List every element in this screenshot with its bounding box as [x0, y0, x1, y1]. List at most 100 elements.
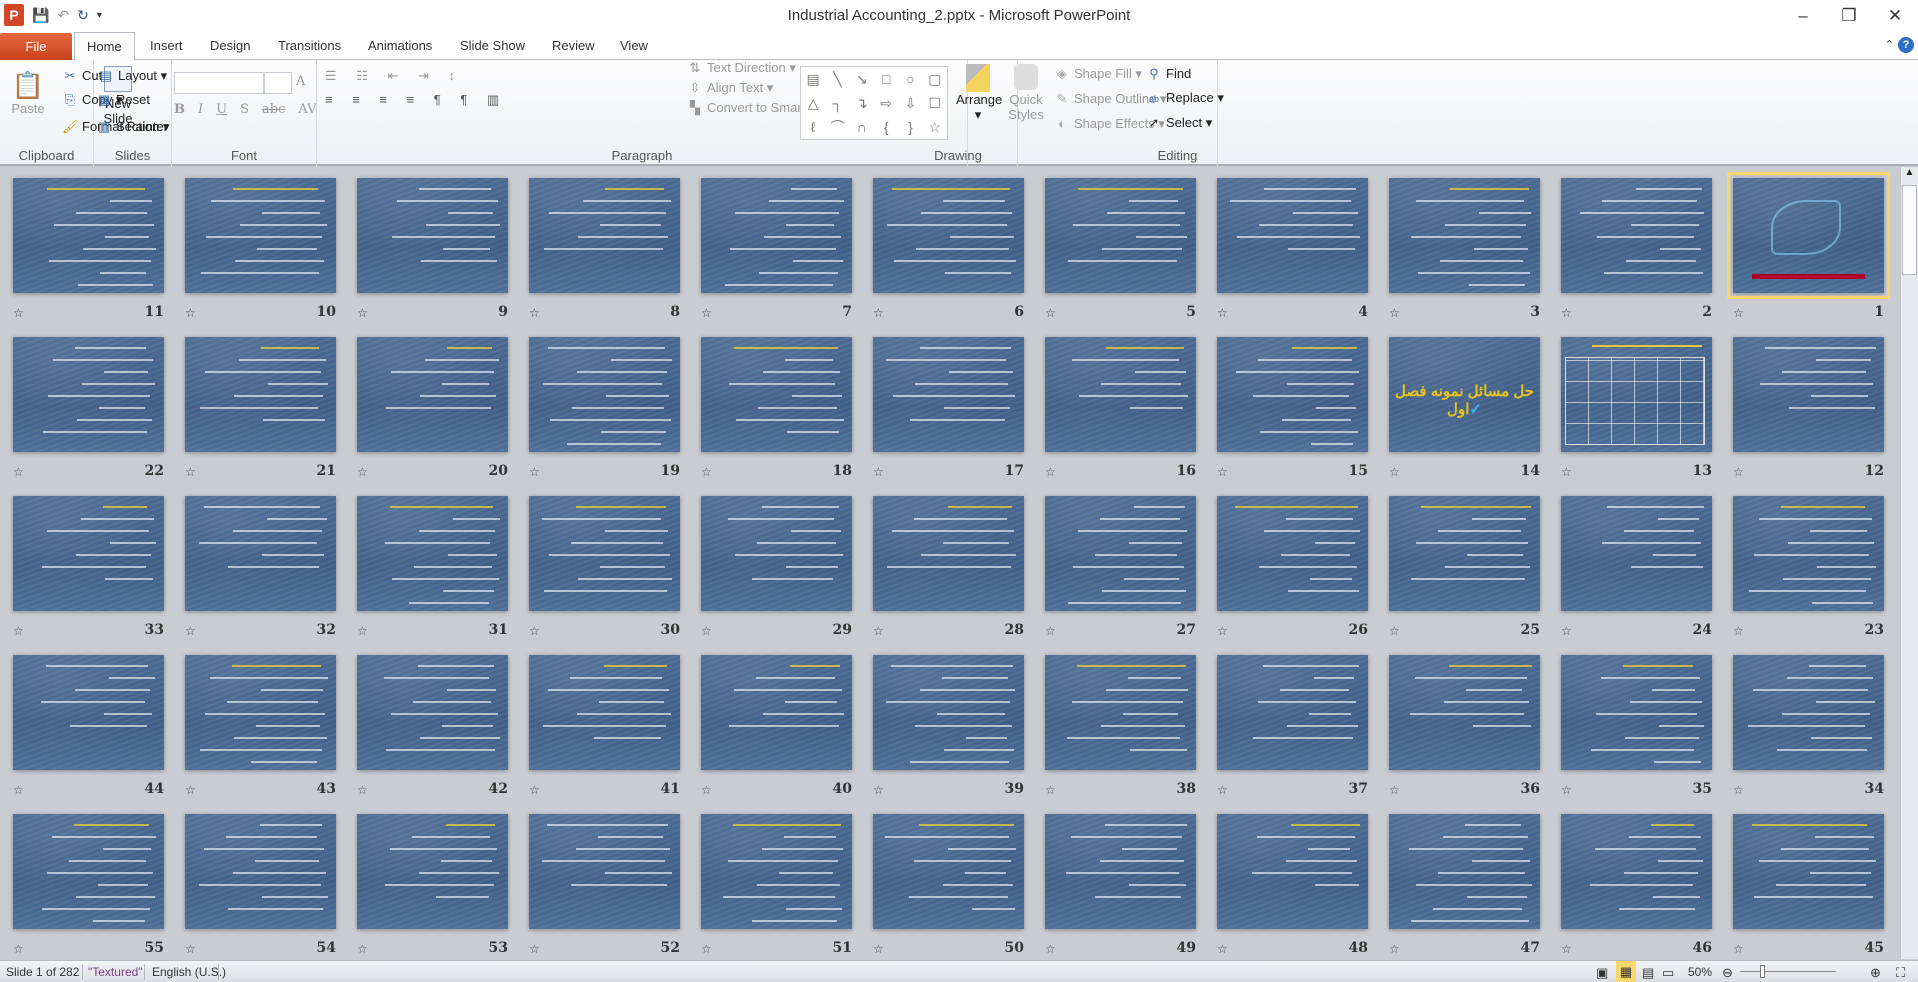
slide-thumbnail[interactable]	[185, 496, 336, 611]
slide-thumbnail[interactable]	[357, 655, 508, 770]
tab-review[interactable]: Review	[540, 32, 607, 60]
shadow-button[interactable]: S	[240, 102, 249, 117]
slide-thumbnail[interactable]	[1561, 655, 1712, 770]
slide-thumbnail[interactable]	[1045, 814, 1196, 929]
char-spacing-button[interactable]: AV	[298, 102, 316, 117]
slide-thumbnail[interactable]	[873, 655, 1024, 770]
slide-thumbnail[interactable]	[1733, 655, 1884, 770]
slide-thumbnail[interactable]	[13, 814, 164, 929]
list-buttons[interactable]: ☰ ☷ ⇤ ⇥ ↕	[325, 68, 463, 84]
zoom-in-icon[interactable]: ⊕	[1870, 965, 1881, 981]
slide-thumbnail[interactable]	[1045, 178, 1196, 293]
slide-sorter-view-icon[interactable]: ▦	[1616, 961, 1636, 982]
bold-button[interactable]: B	[174, 102, 185, 117]
layout-button-label[interactable]: ▤ Layout ▾	[98, 68, 167, 84]
find-button[interactable]: ⚲ Find	[1146, 66, 1191, 82]
slide-thumbnail[interactable]	[1217, 655, 1368, 770]
slide-thumbnail[interactable]	[1389, 178, 1540, 293]
italic-button[interactable]: I	[198, 102, 203, 117]
slide-thumbnail[interactable]	[185, 814, 336, 929]
tab-design[interactable]: Design	[198, 32, 262, 60]
restore-button[interactable]: ❐	[1826, 0, 1872, 32]
scroll-up-icon[interactable]: ▲	[1901, 167, 1918, 178]
minimize-ribbon-icon[interactable]: ⌃	[1885, 38, 1894, 51]
slide-thumbnail[interactable]	[357, 178, 508, 293]
slide-thumbnail[interactable]	[1045, 337, 1196, 452]
slide-thumbnail[interactable]	[357, 337, 508, 452]
zoom-slider[interactable]	[1740, 971, 1836, 972]
slide-thumbnail[interactable]	[1389, 655, 1540, 770]
tab-animations[interactable]: Animations	[356, 32, 444, 60]
minimize-button[interactable]: –	[1780, 0, 1826, 32]
tab-view[interactable]: View	[608, 32, 660, 60]
slide-thumbnail[interactable]	[13, 496, 164, 611]
slide-thumbnail[interactable]	[873, 814, 1024, 929]
section-button[interactable]: ▥ Section ▾	[96, 119, 170, 135]
language[interactable]: English (U.S.)	[152, 965, 226, 979]
slide-thumbnail[interactable]	[1561, 178, 1712, 293]
slide-thumbnail[interactable]	[529, 655, 680, 770]
tab-slide-show[interactable]: Slide Show	[448, 32, 537, 60]
tab-file[interactable]: File	[0, 33, 72, 61]
slide-thumbnail[interactable]	[1389, 814, 1540, 929]
align-text-button[interactable]: ⇳ Align Text ▾	[687, 80, 774, 96]
slide-thumbnail[interactable]	[1733, 814, 1884, 929]
slide-thumbnail[interactable]	[13, 178, 164, 293]
slide-thumbnail[interactable]	[873, 337, 1024, 452]
slide-thumbnail[interactable]	[185, 655, 336, 770]
tab-home[interactable]: Home	[74, 32, 135, 61]
select-button[interactable]: ➚ Select ▾	[1146, 115, 1213, 131]
shape-fill-button[interactable]: ◈ Shape Fill ▾	[1054, 66, 1142, 82]
paste-button[interactable]: 📋 Paste	[8, 70, 48, 116]
slide-thumbnail[interactable]	[357, 814, 508, 929]
slide-thumbnail[interactable]: حل مسائل نمونه فصل اول✓	[1389, 337, 1540, 452]
tab-transitions[interactable]: Transitions	[266, 32, 353, 60]
slide-thumbnail[interactable]	[1217, 814, 1368, 929]
arrange-button[interactable]: Arrange ▾	[956, 64, 1002, 123]
slide-thumbnail[interactable]	[1561, 814, 1712, 929]
slide-thumbnail[interactable]	[1045, 655, 1196, 770]
slide-thumbnail[interactable]	[1045, 496, 1196, 611]
slide-thumbnail[interactable]	[701, 655, 852, 770]
scrollbar-thumb[interactable]	[1902, 185, 1917, 275]
close-button[interactable]: ✕	[1872, 0, 1918, 32]
slide-thumbnail[interactable]	[701, 814, 852, 929]
slide-thumbnail[interactable]	[1727, 172, 1890, 299]
alignment-buttons[interactable]: ≡ ≡ ≡ ≡ ¶ ¶ ▥	[325, 92, 507, 108]
strikethrough-button[interactable]: abc	[262, 102, 285, 117]
quick-styles-button[interactable]: Quick Styles	[1006, 64, 1046, 122]
help-icon[interactable]: ?	[1898, 37, 1914, 53]
slide-thumbnail[interactable]	[873, 178, 1024, 293]
text-direction-button[interactable]: ⇅ Text Direction ▾	[687, 60, 796, 76]
theme-name[interactable]: "Textured"	[88, 965, 143, 979]
slide-thumbnail[interactable]	[1217, 337, 1368, 452]
slide-thumbnail[interactable]	[701, 337, 852, 452]
slide-thumbnail[interactable]	[357, 496, 508, 611]
slide-thumbnail[interactable]	[1389, 496, 1540, 611]
grow-font-button[interactable]: A	[296, 74, 305, 89]
slide-thumbnail[interactable]	[701, 178, 852, 293]
slide-thumbnail[interactable]	[1733, 337, 1884, 452]
slide-thumbnail[interactable]	[1561, 496, 1712, 611]
vertical-scrollbar[interactable]: ▲	[1900, 167, 1918, 959]
zoom-out-icon[interactable]: ⊖	[1722, 965, 1733, 981]
slide-thumbnail[interactable]	[701, 496, 852, 611]
slide-thumbnail[interactable]	[1217, 178, 1368, 293]
slide-thumbnail[interactable]	[529, 337, 680, 452]
replace-button[interactable]: ab Replace ▾	[1146, 90, 1224, 106]
slide-thumbnail[interactable]	[13, 655, 164, 770]
slide-thumbnail[interactable]	[529, 178, 680, 293]
slide-thumbnail[interactable]	[529, 814, 680, 929]
font-size-combo[interactable]	[264, 72, 292, 94]
reading-view-icon[interactable]: ▤	[1642, 965, 1654, 981]
slide-thumbnail[interactable]	[185, 178, 336, 293]
underline-button[interactable]: U	[216, 102, 227, 117]
slide-thumbnail[interactable]	[13, 337, 164, 452]
slide-thumbnail[interactable]	[185, 337, 336, 452]
zoom-slider-thumb[interactable]	[1760, 965, 1765, 978]
slide-thumbnail[interactable]	[1561, 337, 1712, 452]
font-name-combo[interactable]	[174, 72, 264, 94]
tab-insert[interactable]: Insert	[138, 32, 195, 60]
shapes-gallery[interactable]: ▤ ╲ ↘ □ ○ ▢ △ ┐ ↴ ⇨ ⇩ ☐ ℓ ⌒ ∩{} ☆	[800, 66, 948, 140]
slide-thumbnail[interactable]	[529, 496, 680, 611]
